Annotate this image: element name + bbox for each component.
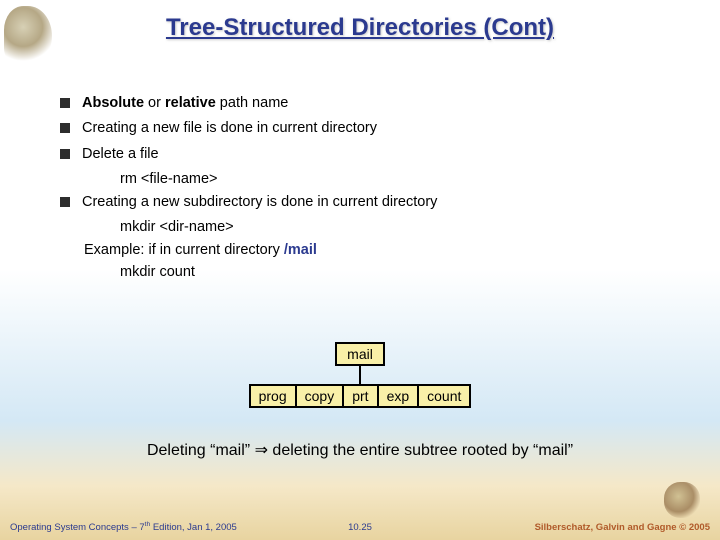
bullet-create-subdir: Creating a new subdirectory is done in c… — [60, 191, 680, 213]
bullet-text: Absolute or relative path name — [82, 92, 288, 114]
dinosaur-logo-bottom — [664, 482, 700, 518]
tree-children-row: prog copy prt exp count — [249, 384, 472, 408]
dinosaur-logo-top — [4, 6, 52, 66]
bullet-absolute-relative: Absolute or relative path name — [60, 92, 680, 114]
bullet-delete-file: Delete a file — [60, 143, 680, 165]
slide-title: Tree-Structured Directories (Cont) — [0, 0, 720, 42]
tree-connector — [359, 366, 361, 384]
example-line: Example: if in current directory /mail — [84, 239, 680, 261]
bullet-text: Delete a file — [82, 143, 159, 165]
tree-child-node: prt — [344, 384, 378, 408]
tree-root-node: mail — [335, 342, 385, 366]
tree-child-node: exp — [379, 384, 420, 408]
slide-content: Absolute or relative path name Creating … — [60, 92, 680, 284]
bullet-text: Creating a new file is done in current d… — [82, 117, 377, 139]
slide-footer: Operating System Concepts – 7th Edition,… — [10, 521, 710, 533]
mkdir-count-command: mkdir count — [120, 261, 680, 283]
tree-child-node: copy — [297, 384, 345, 408]
bullet-create-file: Creating a new file is done in current d… — [60, 117, 680, 139]
deleting-note: Deleting “mail” ⇒ deleting the entire su… — [0, 440, 720, 460]
bullet-icon — [60, 123, 70, 133]
mkdir-command: mkdir <dir-name> — [120, 216, 680, 238]
bullet-text: Creating a new subdirectory is done in c… — [82, 191, 437, 213]
tree-child-node: count — [419, 384, 471, 408]
footer-page-number: 10.25 — [348, 522, 372, 533]
bullet-icon — [60, 98, 70, 108]
footer-left: Operating System Concepts – 7th Edition,… — [10, 521, 237, 533]
tree-child-node: prog — [249, 384, 297, 408]
tree-diagram: mail prog copy prt exp count — [0, 342, 720, 408]
bullet-icon — [60, 149, 70, 159]
rm-command: rm <file-name> — [120, 168, 680, 190]
footer-right: Silberschatz, Galvin and Gagne © 2005 — [535, 522, 710, 533]
bullet-icon — [60, 197, 70, 207]
